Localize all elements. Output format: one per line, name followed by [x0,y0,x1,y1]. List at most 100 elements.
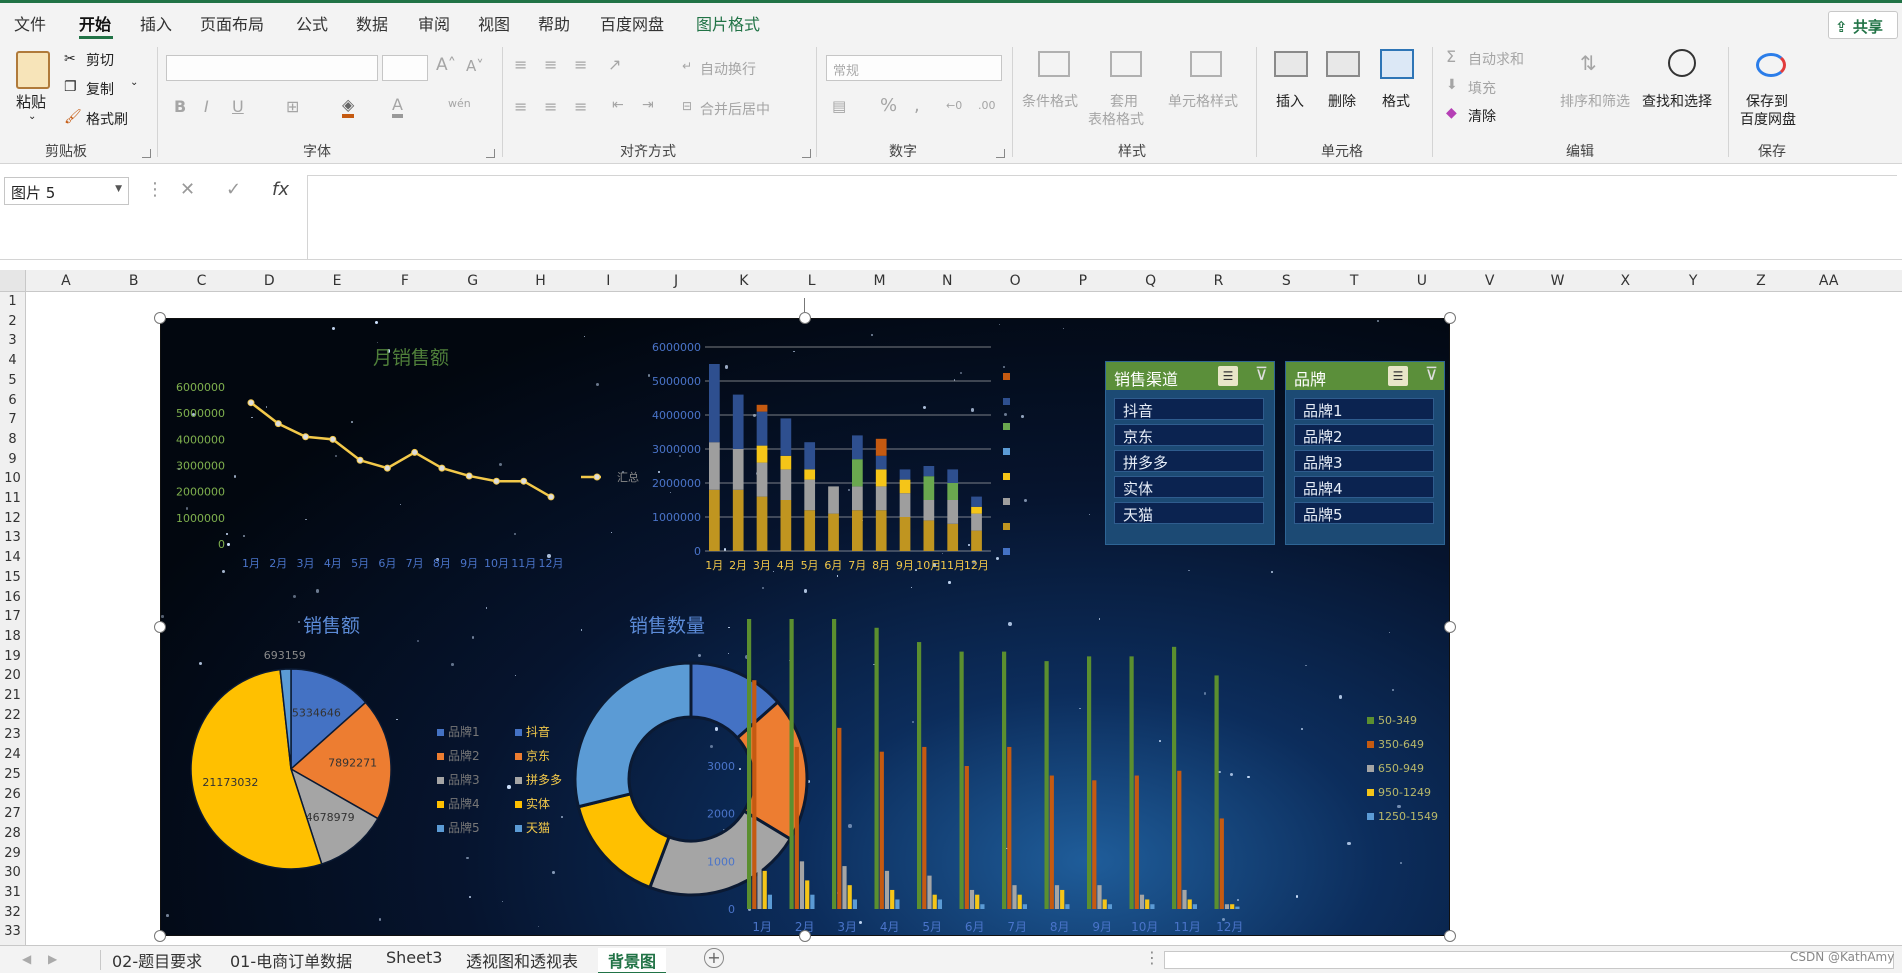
grouped-bar[interactable] [1219,818,1224,909]
grouped-bar[interactable] [747,619,752,909]
grouped-bar[interactable] [1139,894,1145,909]
sheet-tab-requirements[interactable]: 02-题目要求 [112,948,202,972]
stacked-bar-segment[interactable] [875,438,887,456]
dashboard-picture[interactable]: 月销售额 6000000 5000000 4000000 3000000 2000000… [160,318,1450,936]
scroll-left-icon[interactable]: ◀ [22,952,31,966]
row-header[interactable]: 26 [0,787,25,802]
increase-decimal-icon[interactable]: ←0 [946,99,962,112]
row-header[interactable]: 12 [0,511,25,526]
column-header[interactable]: M [873,273,885,289]
stacked-bar-segment[interactable] [923,476,935,500]
row-header[interactable]: 2 [0,314,25,329]
stacked-bar-segment[interactable] [852,510,863,551]
grouped-bar[interactable] [1102,899,1107,909]
stacked-bar-segment[interactable] [899,479,911,494]
column-header[interactable]: B [129,273,139,289]
row-header[interactable]: 7 [0,412,25,427]
tab-help[interactable]: 帮助 [538,11,570,35]
grouped-bar[interactable] [1022,904,1027,909]
slicer-item[interactable]: 品牌5 [1294,502,1434,524]
slicer-item[interactable]: 品牌4 [1294,476,1434,498]
stacked-bar-segment[interactable] [875,510,887,551]
line-point[interactable] [383,464,391,472]
stacked-bar-segment[interactable] [756,404,768,412]
stacked-bar-segment[interactable] [780,500,792,551]
clear-filter-icon[interactable]: ⊽ [1425,364,1438,385]
resize-handle[interactable] [799,930,811,942]
resize-handle[interactable] [1444,930,1456,942]
grouped-bar[interactable] [927,875,932,909]
grouped-bar[interactable] [932,894,937,909]
grouped-bar[interactable] [1182,889,1187,909]
column-header[interactable]: T [1350,273,1359,289]
row-header[interactable]: 19 [0,649,25,664]
stacked-bar-segment[interactable] [899,469,911,480]
stacked-bar-segment[interactable] [709,489,720,551]
line-point[interactable] [492,477,500,485]
grouped-bar[interactable] [937,899,942,909]
slicer-item[interactable]: 品牌3 [1294,450,1434,472]
grouped-bar[interactable] [762,870,767,909]
grouped-bar[interactable] [1107,904,1112,909]
grouped-bar[interactable] [805,880,810,909]
row-header[interactable]: 20 [0,668,25,683]
row-header[interactable]: 13 [0,530,25,545]
indent-increase-icon[interactable]: ⇥ [642,97,654,113]
stacked-bar-segment[interactable] [947,469,959,483]
stacked-bar-segment[interactable] [971,513,982,531]
grouped-bar[interactable] [1097,885,1102,909]
line-point[interactable] [520,477,528,485]
stacked-bar-segment[interactable] [709,442,720,490]
orientation-icon[interactable]: ↗ [608,55,621,74]
stacked-bar-segment[interactable] [732,489,744,551]
row-header[interactable]: 14 [0,550,25,565]
row-header[interactable]: 8 [0,432,25,447]
find-select-button[interactable]: 查找和选择 [1642,91,1712,111]
currency-icon[interactable]: ▤ [832,97,846,115]
align-center-icon[interactable]: ≡ [544,97,557,116]
row-header[interactable]: 15 [0,570,25,585]
stacked-bar-segment[interactable] [923,466,935,477]
line-point[interactable] [329,435,337,443]
sheet-tab-sheet3[interactable]: Sheet3 [386,948,442,967]
slicer-item[interactable]: 京东 [1114,424,1264,446]
autosum-icon[interactable]: Σ [1446,47,1456,66]
grouped-bar[interactable] [789,619,794,909]
sheet-tab-orders[interactable]: 01-电商订单数据 [230,948,352,972]
row-header[interactable]: 30 [0,865,25,880]
row-header[interactable]: 21 [0,688,25,703]
row-header[interactable]: 23 [0,727,25,742]
tab-baidu-netdisk[interactable]: 百度网盘 [600,11,664,35]
column-header[interactable]: K [739,273,748,289]
grouped-bar[interactable] [1214,675,1219,909]
column-header[interactable]: A [61,273,71,289]
column-header[interactable]: F [401,273,409,289]
sheet-tab-background[interactable]: 背景图 [598,948,667,973]
grouped-bar[interactable] [1172,646,1177,909]
grouped-bar[interactable] [1044,661,1049,909]
wrap-text-button[interactable]: 自动换行 [700,59,756,79]
stacked-bar-segment[interactable] [756,411,768,446]
bold-icon[interactable]: B [174,97,186,116]
column-header[interactable]: N [942,273,952,289]
share-button[interactable]: ⇪ 共享 [1828,11,1898,39]
column-header[interactable]: W [1551,273,1565,289]
grouped-bar[interactable] [752,680,757,909]
row-header[interactable]: 33 [0,924,25,939]
line-point[interactable] [547,493,555,501]
stacked-bar-segment[interactable] [875,455,887,470]
row-header[interactable]: 5 [0,373,25,388]
slicer-item[interactable]: 拼多多 [1114,450,1264,472]
line-point[interactable] [438,464,446,472]
align-right-icon[interactable]: ≡ [574,97,587,116]
row-header[interactable]: 24 [0,747,25,762]
resize-handle[interactable] [1444,621,1456,633]
grouped-bar[interactable] [842,866,847,909]
row-header[interactable]: 9 [0,452,25,467]
cancel-icon[interactable]: ✕ [180,179,195,200]
column-header[interactable]: Z [1756,273,1766,289]
phonetic-icon[interactable]: wén [448,97,471,110]
underline-icon[interactable]: U [232,97,244,116]
resize-handle[interactable] [154,621,166,633]
stacked-bar-segment[interactable] [852,459,863,487]
